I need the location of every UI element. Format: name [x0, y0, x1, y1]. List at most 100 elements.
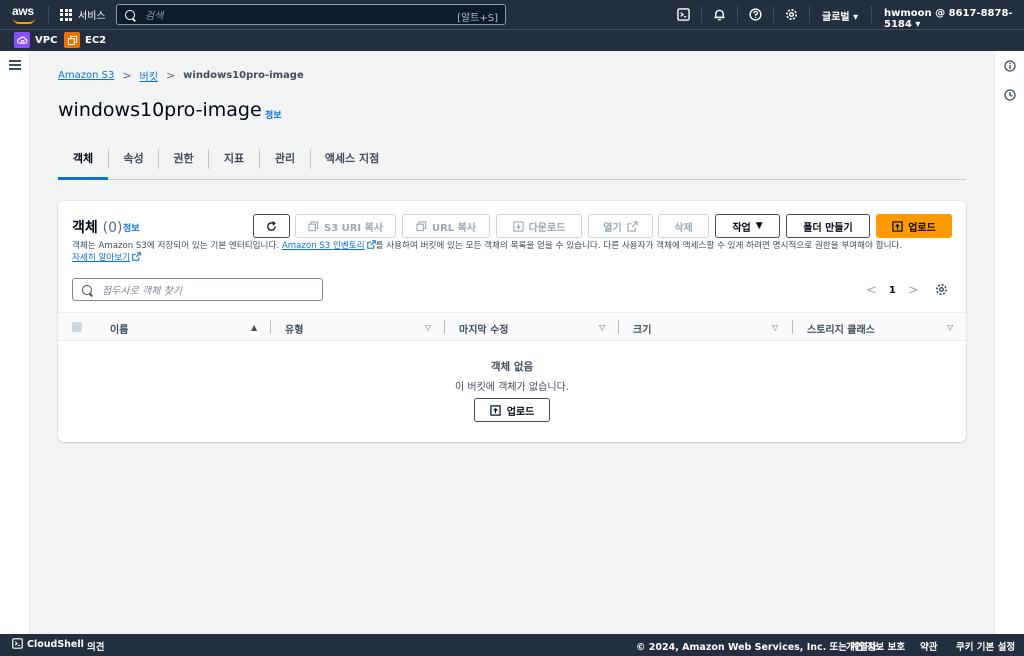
breadcrumb-link-buckets[interactable]: 버킷	[140, 68, 158, 83]
chevron-right-icon: >	[165, 69, 176, 82]
create-folder-button[interactable]: 폴더 만들기	[786, 214, 870, 238]
breadcrumb: Amazon S3 > 버킷 > windows10pro-image	[58, 68, 304, 83]
footer: CloudShell 의견 © 2024, Amazon Web Service…	[0, 634, 1024, 656]
history-icon[interactable]	[1004, 89, 1016, 101]
sort-icon[interactable]: ▽	[599, 323, 605, 332]
pagination: < 1 >	[866, 283, 919, 298]
favorite-ec2[interactable]: EC2	[64, 32, 106, 48]
copyright-text: © 2024, Amazon Web Services, Inc. 또는 계열사…	[636, 642, 881, 653]
objects-info-link[interactable]: 정보	[123, 221, 140, 234]
object-filter-input[interactable]: 접두사로 객체 찾기	[72, 278, 323, 301]
cloudshell-icon[interactable]	[677, 8, 690, 21]
nav-divider	[737, 6, 738, 23]
s3-inventory-link[interactable]: Amazon S3 인벤토리	[282, 241, 365, 251]
empty-state-title: 객체 없음	[490, 361, 534, 373]
column-divider[interactable]	[270, 320, 271, 334]
search-placeholder: 검색	[145, 11, 164, 22]
services-label: 서비스	[78, 11, 106, 22]
nav-divider	[773, 6, 774, 23]
privacy-link[interactable]: 개인 정보 보호	[846, 639, 905, 653]
favorites-bar: VPC EC2	[0, 29, 1024, 51]
upload-icon	[490, 404, 501, 416]
favorite-vpc[interactable]: VPC	[14, 32, 57, 48]
cloudshell-link[interactable]: CloudShell	[27, 639, 84, 650]
caret-down-icon: ▼	[755, 221, 763, 231]
grid-icon	[60, 8, 72, 21]
objects-description: 객체는 Amazon S3에 저장되어 있는 기본 엔터티입니다. Amazon…	[72, 240, 903, 263]
copy-url-button[interactable]: URL 복사	[402, 214, 490, 238]
page-number[interactable]: 1	[889, 285, 896, 296]
select-all-checkbox[interactable]	[72, 322, 82, 332]
column-header-name[interactable]: 이름	[110, 321, 128, 336]
column-divider[interactable]	[792, 320, 793, 334]
column-header-storage-class[interactable]: 스토리지 클래스	[807, 321, 875, 336]
breadcrumb-current: windows10pro-image	[183, 70, 304, 81]
copy-icon	[308, 220, 319, 231]
help-icon[interactable]	[749, 8, 762, 21]
page-title: windows10pro-image	[58, 99, 262, 121]
nav-divider	[871, 6, 872, 23]
chevron-left-icon[interactable]: <	[866, 283, 877, 298]
column-divider[interactable]	[444, 320, 445, 334]
cloudshell-footer-icon[interactable]	[12, 638, 23, 652]
actions-dropdown-button[interactable]: 작업 ▼	[715, 214, 780, 238]
tab-access-points[interactable]: 액세스 지점	[311, 145, 393, 180]
column-header-type[interactable]: 유형	[285, 321, 303, 336]
global-search-input[interactable]: 검색 [알트+S]	[116, 4, 506, 25]
download-icon	[512, 220, 524, 232]
hamburger-menu-icon[interactable]	[9, 60, 21, 70]
empty-state-subtitle: 이 버킷에 객체가 없습니다.	[455, 382, 569, 393]
learn-more-link[interactable]: 자세히 알아보기	[72, 253, 130, 263]
download-button[interactable]: 다운로드	[496, 214, 582, 238]
tab-objects[interactable]: 객체	[58, 145, 108, 180]
upload-button[interactable]: 업로드	[876, 214, 952, 238]
tab-permissions[interactable]: 권한	[159, 145, 208, 180]
objects-heading: 객체 (0)	[72, 220, 123, 236]
external-link-icon	[132, 252, 141, 261]
refresh-button[interactable]	[253, 214, 290, 238]
sort-icon[interactable]: ▽	[772, 323, 778, 332]
delete-button[interactable]: 삭제	[658, 214, 709, 238]
services-menu-button[interactable]: 서비스	[60, 7, 106, 22]
column-header-last-modified[interactable]: 마지막 수정	[459, 321, 508, 336]
breadcrumb-link-s3[interactable]: Amazon S3	[58, 70, 114, 81]
gear-icon[interactable]	[785, 8, 798, 21]
ec2-icon	[64, 32, 80, 48]
info-panel-icon[interactable]	[1004, 60, 1016, 72]
bucket-tabs: 객체 속성 권한 지표 관리 액세스 지점	[58, 145, 966, 180]
feedback-link[interactable]: 의견	[87, 639, 104, 653]
cookie-preferences-link[interactable]: 쿠키 기본 설정	[956, 639, 1015, 653]
nav-divider	[809, 6, 810, 23]
tab-management[interactable]: 관리	[260, 145, 310, 180]
right-rail	[994, 51, 1024, 634]
vpc-icon	[14, 32, 30, 48]
upload-icon	[892, 220, 903, 232]
nav-divider	[48, 6, 49, 23]
external-link-icon	[627, 220, 638, 232]
column-header-size[interactable]: 크기	[633, 321, 651, 336]
favorite-label: VPC	[35, 34, 58, 46]
top-navigation: aws 서비스 검색 [알트+S] 글로벌 ▾ hwmoon @ 8617-88…	[0, 0, 1024, 30]
account-menu[interactable]: hwmoon @ 8617-8878-5184 ▾	[884, 8, 1024, 30]
bell-icon[interactable]	[713, 8, 726, 21]
tab-metrics[interactable]: 지표	[209, 145, 259, 180]
tab-properties[interactable]: 속성	[109, 145, 158, 180]
table-settings-gear-icon[interactable]	[935, 283, 948, 296]
copy-s3-uri-button[interactable]: S3 URI 복사	[295, 214, 396, 238]
open-button[interactable]: 열기	[588, 214, 653, 238]
aws-logo[interactable]: aws	[12, 4, 38, 26]
sort-icon[interactable]: ▽	[947, 323, 953, 332]
table-header: 이름 ▲ 유형 ▽ 마지막 수정 ▽ 크기 ▽ 스토리지 클래스 ▽	[58, 312, 966, 341]
chevron-right-icon[interactable]: >	[908, 283, 919, 298]
column-divider[interactable]	[618, 320, 619, 334]
sort-icon[interactable]: ▽	[425, 323, 431, 332]
empty-state-upload-button[interactable]: 업로드	[474, 398, 550, 422]
search-icon	[82, 284, 92, 295]
title-info-link[interactable]: 정보	[265, 108, 282, 121]
region-selector[interactable]: 글로벌 ▾	[822, 8, 858, 23]
sort-ascending-icon[interactable]: ▲	[251, 323, 257, 332]
objects-count: (0)	[102, 220, 123, 236]
refresh-icon	[267, 220, 276, 231]
external-link-icon	[366, 240, 376, 249]
terms-link[interactable]: 약관	[920, 639, 937, 653]
